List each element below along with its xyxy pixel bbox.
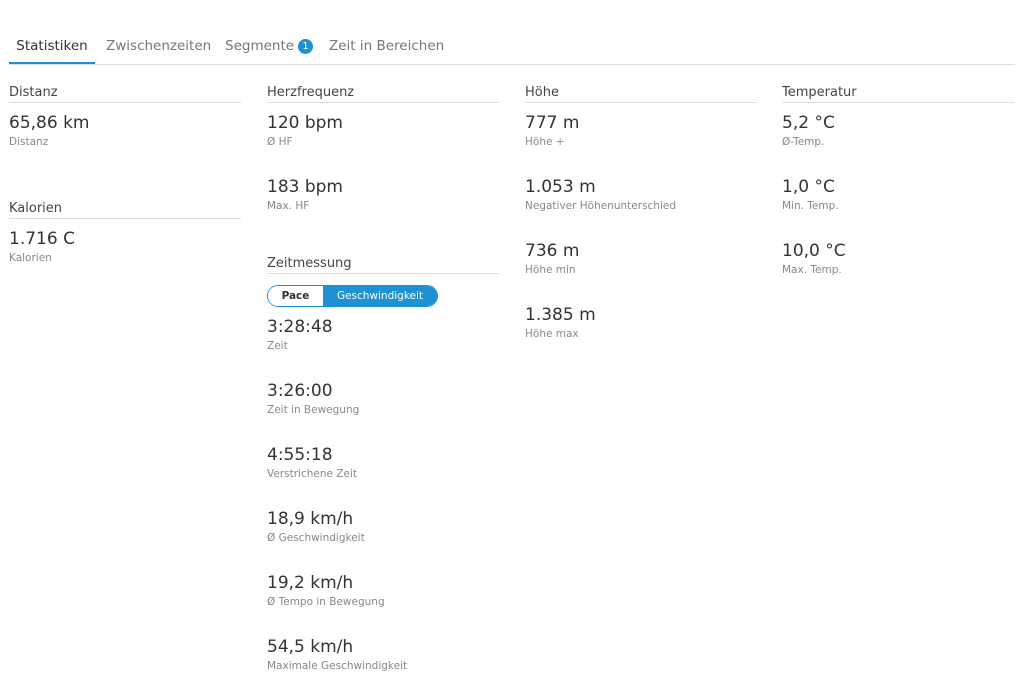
temperature-label: Ø-Temp. [782, 136, 825, 148]
elevation-value: 777 m [525, 113, 580, 133]
elevation-stat: 1.053 m Negativer Höhenunterschied [525, 176, 757, 231]
elevation-header: Höhe [525, 84, 757, 103]
temperature-stat: 10,0 °C Max. Temp. [782, 240, 1014, 295]
calories-label: Kalorien [9, 252, 52, 264]
elevation-value: 736 m [525, 241, 580, 261]
calories-stat: 1.716 C Kalorien [9, 228, 241, 283]
tab-segments-label: Segmente [225, 38, 295, 54]
timing-stat: 18,9 km/h Ø Geschwindigkeit [267, 508, 499, 563]
timing-stat: 3:26:00 Zeit in Bewegung [267, 380, 499, 435]
timing-label: Ø Geschwindigkeit [267, 532, 365, 544]
timing-label: Zeit in Bewegung [267, 404, 360, 416]
tab-segments[interactable]: Segmente 1 [225, 30, 314, 63]
heart-rate-max-stat: 183 bpm Max. HF [267, 176, 499, 231]
elevation-stat: 1.385 m Höhe max [525, 304, 757, 359]
pace-speed-toggle[interactable]: Pace Geschwindigkeit [267, 285, 438, 307]
temperature-label: Min. Temp. [782, 200, 839, 212]
heart-rate-avg-stat: 120 bpm Ø HF [267, 112, 499, 167]
segments-count-badge: 1 [298, 39, 314, 54]
toggle-speed-option[interactable]: Geschwindigkeit [323, 286, 437, 306]
timing-stat: 19,2 km/h Ø Tempo in Bewegung [267, 572, 499, 627]
distance-value: 65,86 km [9, 113, 90, 133]
distance-stat: 65,86 km Distanz [9, 112, 241, 167]
column-heart-rate-timing: Herzfrequenz 120 bpm Ø HF 183 bpm Max. H… [267, 84, 499, 691]
timing-label: Ø Tempo in Bewegung [267, 596, 385, 608]
timing-value: 54,5 km/h [267, 637, 354, 657]
heart-rate-avg-label: Ø HF [267, 136, 293, 148]
timing-label: Maximale Geschwindigkeit [267, 660, 408, 672]
elevation-label: Negativer Höhenunterschied [525, 200, 677, 212]
timing-value: 19,2 km/h [267, 573, 354, 593]
heart-rate-max-value: 183 bpm [267, 177, 343, 197]
tab-splits[interactable]: Zwischenzeiten [106, 30, 211, 63]
calories-value: 1.716 C [9, 229, 75, 249]
timing-value: 3:26:00 [267, 381, 333, 401]
timing-stat: 54,5 km/h Maximale Geschwindigkeit [267, 636, 499, 691]
heart-rate-avg-value: 120 bpm [267, 113, 343, 133]
timing-value: 3:28:48 [267, 317, 333, 337]
temperature-value: 1,0 °C [782, 177, 835, 197]
temperature-stat: 1,0 °C Min. Temp. [782, 176, 1014, 231]
tab-statistics[interactable]: Statistiken [9, 30, 95, 64]
toggle-pace-option[interactable]: Pace [268, 286, 323, 306]
timing-header: Zeitmessung [267, 255, 499, 274]
distance-header: Distanz [9, 84, 241, 103]
elevation-stat: 777 m Höhe + [525, 112, 757, 167]
temperature-label: Max. Temp. [782, 264, 842, 276]
elevation-label: Höhe max [525, 328, 579, 340]
elevation-value: 1.053 m [525, 177, 596, 197]
column-elevation: Höhe 777 m Höhe + 1.053 m Negativer Höhe… [525, 84, 757, 359]
temperature-value: 10,0 °C [782, 241, 846, 261]
distance-label: Distanz [9, 136, 49, 148]
timing-label: Verstrichene Zeit [267, 468, 357, 480]
elevation-stat: 736 m Höhe min [525, 240, 757, 295]
temperature-stat: 5,2 °C Ø-Temp. [782, 112, 1014, 167]
elevation-value: 1.385 m [525, 305, 596, 325]
heart-rate-max-label: Max. HF [267, 200, 310, 212]
temperature-value: 5,2 °C [782, 113, 835, 133]
calories-header: Kalorien [9, 200, 241, 219]
elevation-label: Höhe min [525, 264, 576, 276]
timing-value: 18,9 km/h [267, 509, 354, 529]
timing-label: Zeit [267, 340, 288, 352]
column-temperature: Temperatur 5,2 °C Ø-Temp. 1,0 °C Min. Te… [782, 84, 1014, 295]
timing-stat: 4:55:18 Verstrichene Zeit [267, 444, 499, 499]
tab-bar: Statistiken Zwischenzeiten Segmente 1 Zei… [9, 30, 1015, 65]
tab-time-in-zones[interactable]: Zeit in Bereichen [329, 30, 444, 63]
temperature-header: Temperatur [782, 84, 1014, 103]
elevation-label: Höhe + [525, 136, 565, 148]
column-distance-calories: Distanz 65,86 km Distanz Kalorien 1.716 … [9, 84, 241, 283]
heart-rate-header: Herzfrequenz [267, 84, 499, 103]
timing-stat: 3:28:48 Zeit [267, 316, 499, 371]
timing-value: 4:55:18 [267, 445, 333, 465]
